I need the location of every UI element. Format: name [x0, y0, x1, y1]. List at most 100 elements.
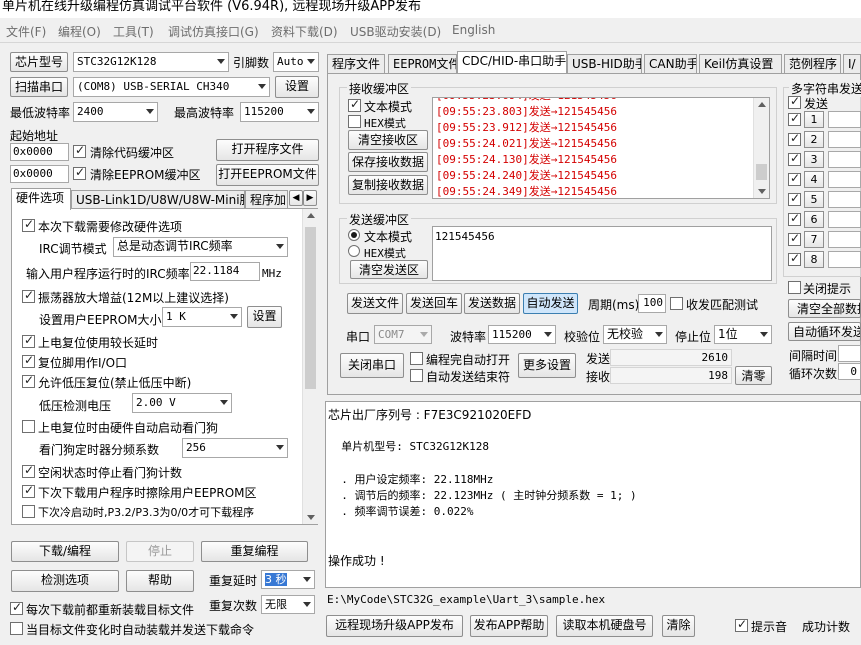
hw-options-scrollbar[interactable]	[302, 209, 318, 524]
period-input[interactable]: 100	[638, 294, 666, 313]
code-start-address-input[interactable]: 0x0000	[10, 143, 69, 161]
check-options-button[interactable]: 检测选项	[11, 570, 119, 592]
scroll-thumb[interactable]	[305, 227, 316, 389]
receive-text-area[interactable]: [09:55:23.694]发送→121545456 [09:55:23.803…	[432, 97, 770, 199]
tab-program-encrypt[interactable]: 程序加	[245, 190, 288, 210]
multi-row-send-button[interactable]: 3	[804, 151, 824, 168]
menu-file[interactable]: 文件(F)	[6, 23, 46, 40]
eeprom-size-set-button[interactable]: 设置	[247, 306, 282, 328]
stop-button[interactable]: 停止	[126, 541, 194, 562]
tab-can[interactable]: CAN助手	[644, 54, 697, 74]
send-text-mode-radio[interactable]	[348, 229, 360, 241]
port-settings-button[interactable]: 设置	[275, 76, 319, 98]
auto-reload-on-change-checkbox[interactable]	[10, 622, 23, 635]
multi-row-checkbox[interactable]	[788, 231, 801, 246]
tab-scroll-left-icon[interactable]: ◀	[289, 190, 303, 206]
receive-scrollbar[interactable]	[753, 98, 769, 198]
long-reset-delay-checkbox[interactable]	[22, 333, 35, 348]
idle-stop-wdt-checkbox[interactable]	[22, 463, 35, 478]
menu-program[interactable]: 编程(O)	[58, 23, 101, 40]
help-button[interactable]: 帮助	[126, 570, 194, 592]
copy-receive-button[interactable]: 复制接收数据	[348, 175, 428, 195]
tab-usb-link[interactable]: USB-Link1D/U8W/U8W-Mini脱机	[71, 190, 245, 210]
clear-all-data-button[interactable]: 清空全部数据	[788, 299, 861, 318]
cold-start-p32-checkbox[interactable]	[22, 505, 35, 518]
download-program-button[interactable]: 下载/编程	[11, 541, 119, 562]
recv-text-mode-checkbox[interactable]	[348, 97, 361, 112]
wdt-divider-select[interactable]: 256	[182, 438, 288, 458]
clear-count-button[interactable]: 清零	[735, 366, 772, 385]
baud-select[interactable]: 115200	[488, 325, 556, 344]
hw-watchdog-checkbox[interactable]	[22, 420, 35, 433]
publish-help-button[interactable]: 发布APP帮助	[470, 615, 548, 637]
send-data-button[interactable]: 发送数据	[464, 293, 520, 314]
reload-before-download-checkbox[interactable]	[10, 600, 23, 615]
save-receive-button[interactable]: 保存接收数据	[348, 152, 428, 172]
serial-port-select[interactable]: COM7	[374, 325, 432, 344]
recv-hex-mode-checkbox[interactable]	[348, 115, 361, 128]
multi-row-checkbox[interactable]	[788, 131, 801, 146]
scroll-up-icon[interactable]	[758, 102, 766, 107]
irc-mode-select[interactable]: 总是动态调节IRC频率	[113, 237, 288, 257]
clear-output-button[interactable]: 清除	[662, 615, 695, 637]
multi-row-input[interactable]	[828, 171, 861, 188]
read-disk-id-button[interactable]: 读取本机硬盘号	[556, 615, 653, 637]
modify-hw-options-checkbox[interactable]	[22, 217, 35, 232]
auto-loop-send-button[interactable]: 自动循环发送	[788, 322, 861, 341]
tab-serial-assistant[interactable]: CDC/HID-串口助手	[457, 51, 567, 73]
repeat-program-button[interactable]: 重复编程	[201, 541, 308, 562]
eeprom-start-address-input[interactable]: 0x0000	[10, 165, 69, 183]
send-text-area[interactable]: 121545456	[432, 226, 772, 281]
lvd-reset-checkbox[interactable]	[22, 373, 35, 388]
multi-row-input[interactable]	[828, 231, 861, 248]
multi-row-checkbox[interactable]	[788, 211, 801, 226]
menu-usb-driver[interactable]: USB驱动安装(D)	[350, 23, 441, 40]
tab-usb-hid[interactable]: USB-HID助手	[567, 54, 642, 74]
max-baud-select[interactable]: 115200	[240, 102, 319, 122]
chip-model-select[interactable]: STC32G12K128	[73, 52, 229, 72]
clear-eeprom-buffer-checkbox[interactable]	[73, 165, 86, 180]
multi-row-checkbox[interactable]	[788, 191, 801, 206]
erase-eeprom-checkbox[interactable]	[22, 483, 35, 498]
hint-sound-checkbox[interactable]	[735, 617, 748, 632]
multi-row-send-button[interactable]: 8	[804, 251, 824, 268]
tab-eeprom-file[interactable]: EEPROM文件	[388, 54, 457, 74]
scan-port-button[interactable]: 扫描串口	[10, 77, 68, 97]
menu-english[interactable]: English	[452, 23, 495, 37]
auto-send-button[interactable]: 自动发送	[523, 293, 578, 314]
tab-program-file[interactable]: 程序文件	[327, 54, 385, 74]
auto-open-checkbox[interactable]	[410, 352, 423, 365]
min-baud-select[interactable]: 2400	[73, 102, 158, 122]
repeat-delay-select[interactable]: 3 秒	[261, 570, 315, 589]
tab-examples[interactable]: 范例程序	[784, 54, 841, 74]
parity-select[interactable]: 无校验	[603, 325, 667, 344]
osc-gain-checkbox[interactable]	[22, 288, 35, 303]
lvd-voltage-select[interactable]: 2.00 V	[132, 393, 232, 413]
scroll-up-icon[interactable]	[307, 213, 315, 218]
tab-io[interactable]: I/	[843, 54, 861, 74]
remote-upgrade-button[interactable]: 远程现场升级APP发布	[326, 615, 463, 637]
loop-count-input[interactable]: 0	[838, 363, 861, 380]
tab-hardware-options[interactable]: 硬件选项	[11, 188, 71, 210]
close-hint-checkbox[interactable]	[788, 281, 801, 294]
auto-end-checkbox[interactable]	[410, 369, 423, 382]
menu-downloads[interactable]: 资料下载(D)	[271, 23, 338, 40]
port-select[interactable]: (COM8) USB-SERIAL CH340	[73, 77, 270, 97]
scroll-thumb[interactable]	[756, 164, 767, 180]
multi-row-input[interactable]	[828, 251, 861, 268]
eeprom-size-select[interactable]: 1 K	[162, 307, 242, 327]
repeat-count-select[interactable]: 无限	[261, 595, 315, 614]
menu-debug-interface[interactable]: 调试仿真接口(G)	[168, 23, 259, 40]
close-port-button[interactable]: 关闭串口	[340, 353, 404, 378]
multi-row-send-button[interactable]: 1	[804, 111, 824, 128]
send-file-button[interactable]: 发送文件	[347, 293, 403, 314]
multi-row-checkbox[interactable]	[788, 171, 801, 186]
more-settings-button[interactable]: 更多设置	[518, 353, 576, 378]
multi-row-input[interactable]	[828, 151, 861, 168]
pin-count-select[interactable]: Auto	[273, 52, 319, 72]
multi-row-send-button[interactable]: 5	[804, 191, 824, 208]
multi-row-checkbox[interactable]	[788, 251, 801, 266]
multi-row-input[interactable]	[828, 191, 861, 208]
send-hex-mode-radio[interactable]	[348, 245, 360, 257]
multi-send-all-checkbox[interactable]	[788, 94, 801, 109]
